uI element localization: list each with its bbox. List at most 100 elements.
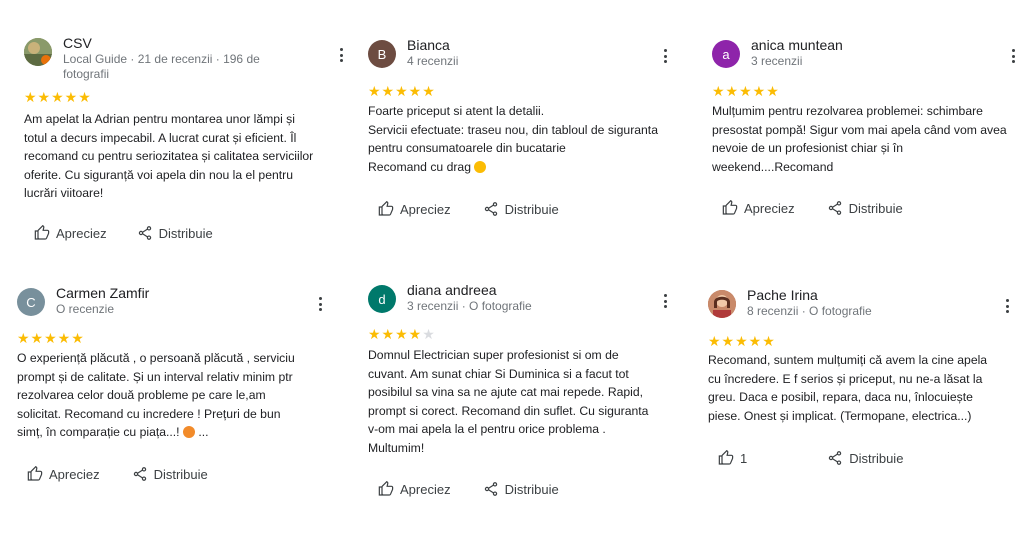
reviewer-meta: Local Guide · 21 de recenzii · 196 de fo… [63,52,260,81]
review-actions: Apreciez Distribuie [27,466,208,482]
rating-stars: ★★★★★ [712,83,780,99]
like-button[interactable]: Apreciez [378,201,451,217]
review-text-line: simț, în comparație cu piața...! ... [17,425,209,439]
share-label: Distribuie [158,225,213,241]
avatar-initial: d [378,291,386,307]
review-text-line: solicitat. Recomand cu incredere ! Prețu… [17,406,281,421]
review-text-line: Recomand, suntem mulțumiți că avem la ci… [708,353,988,367]
review-text-line: Recomand cu drag [368,158,678,177]
share-button[interactable]: Distribuie [827,200,903,216]
share-button[interactable]: Distribuie [137,225,213,241]
more-options-icon[interactable] [662,294,668,308]
more-options-icon[interactable] [317,297,323,311]
thumbs-up-icon [718,450,734,465]
share-icon [484,202,497,216]
review-actions: 1 Distribuie [718,450,903,466]
half-star-icon: ★ [422,326,436,342]
avatar[interactable]: B [368,40,396,68]
avatar[interactable]: C [17,288,45,316]
like-button[interactable]: Apreciez [34,225,107,241]
review-text-line: O experiență plăcută , o persoană plăcut… [17,351,295,365]
review-text-line: Servicii efectuate: traseu nou, din tabl… [368,122,658,137]
more-options-icon[interactable] [662,49,668,63]
reviewer-meta: 3 recenzii · O fotografie [407,299,532,313]
review-text-line: posibilul sa vina sa ne ajute cat mai re… [368,385,644,399]
share-label: Distribuie [848,200,903,216]
rating-stars: ★★★★★ [368,327,436,341]
review-actions: Apreciez Distribuie [378,201,559,217]
review-text-line: Multumim! [368,440,425,455]
review-text-line: Am apelat la Adrian pentru montarea unor… [24,112,295,126]
review-text-line: prompt și de calitate. Și un interval re… [17,369,293,384]
share-button[interactable]: Distribuie [483,481,559,497]
review-text-line: cu încredere. E f serios și priceput, nu… [708,371,983,386]
review-text-line: cuvant. Am sunat chiar Si Duminica si a … [368,366,629,381]
review-text: Domnul Electrician super profesionist si… [368,346,678,457]
reviewer-name[interactable]: Bianca [407,37,450,53]
rating-stars: ★★★★★ [24,89,92,105]
more-options-icon[interactable] [1004,299,1010,313]
review-text: Am apelat la Adrian pentru montarea unor… [24,110,334,203]
review-text-line: piese. Onest și implicat. (Termopane, el… [708,408,972,423]
review-actions: Apreciez Distribuie [34,225,213,241]
like-button[interactable]: Apreciez [27,466,100,482]
share-icon [133,467,146,481]
reviewer-meta: 3 recenzii [751,54,803,68]
review-text-line: weekend....Recomand [712,159,834,174]
more-options-icon[interactable] [338,48,344,62]
like-button[interactable]: Apreciez [722,200,795,216]
review-text-line: prompt si corect. Recomand din suflet. C… [368,403,649,418]
review-text-line: v-om mai apela la el pentru orice proble… [368,422,606,436]
review-text-line: pentru consumatoarele din bucatarie [368,141,566,155]
thumbs-up-icon [722,200,738,215]
review-text-line: rezolvarea celor două probleme pe care l… [17,388,266,402]
review-text-line: nevoie de un profesionist chiar și în [712,141,904,155]
share-icon [138,226,151,240]
share-button[interactable]: Distribuie [827,450,903,466]
rating-stars: ★★★★★ [708,333,776,349]
winking-face-icon [182,426,195,438]
review-text: Mulțumim pentru rezolvarea problemei: sc… [712,102,1022,176]
review-text-line: presostat pompă! Sigur vom mai apela cân… [712,122,1007,137]
reviewer-meta: 8 recenzii · O fotografie [747,304,872,318]
share-button[interactable]: Distribuie [132,466,208,482]
rating-stars: ★★★★★ [17,330,85,346]
avatar[interactable] [708,290,736,318]
reviewer-name[interactable]: diana andreea [407,282,497,298]
review-actions: Apreciez Distribuie [722,200,903,216]
thumbs-up-icon [378,481,394,496]
full-stars: ★★★★ [368,326,423,342]
review-text-line: totul a decurs impecabil. A lucrat curat… [24,130,297,145]
avatar-initial: a [722,46,730,62]
reviewer-name[interactable]: Carmen Zamfir [56,285,149,301]
like-label: Apreciez [49,466,100,482]
share-label: Distribuie [504,481,559,497]
review-text: Recomand, suntem mulțumiți că avem la ci… [708,351,1018,425]
like-count: 1 [740,450,748,466]
more-options-icon[interactable] [1010,49,1016,63]
share-icon [828,201,841,215]
profile-photo-icon [24,38,52,66]
review-text-line: greu. Daca e posibil, repara, daca nu, î… [708,390,973,404]
share-button[interactable]: Distribuie [483,201,559,217]
review-text-line: lucrări viitoare! [24,186,104,200]
like-label: Apreciez [400,201,451,217]
reviewer-name[interactable]: CSV [63,35,92,51]
like-button[interactable]: 1 [718,450,747,466]
review-text-line: Mulțumim pentru rezolvarea problemei: sc… [712,104,983,118]
avatar[interactable]: a [712,40,740,68]
avatar[interactable]: d [368,285,396,313]
thumbs-up-icon [378,201,394,216]
share-label: Distribuie [153,466,208,482]
like-button[interactable]: Apreciez [378,481,451,497]
reviewer-name[interactable]: Pache Irina [747,287,818,303]
read-more-ellipsis[interactable]: ... [198,425,208,439]
like-label: Apreciez [400,481,451,497]
avatar[interactable] [24,38,52,66]
share-icon [484,482,497,496]
reviewer-name[interactable]: anica muntean [751,37,843,53]
avatar-initial: B [377,46,387,62]
like-label: Apreciez [56,225,107,241]
review-text: Foarte priceput si atent la detalii. Ser… [368,102,678,176]
reviewer-meta: O recenzie [56,302,115,316]
